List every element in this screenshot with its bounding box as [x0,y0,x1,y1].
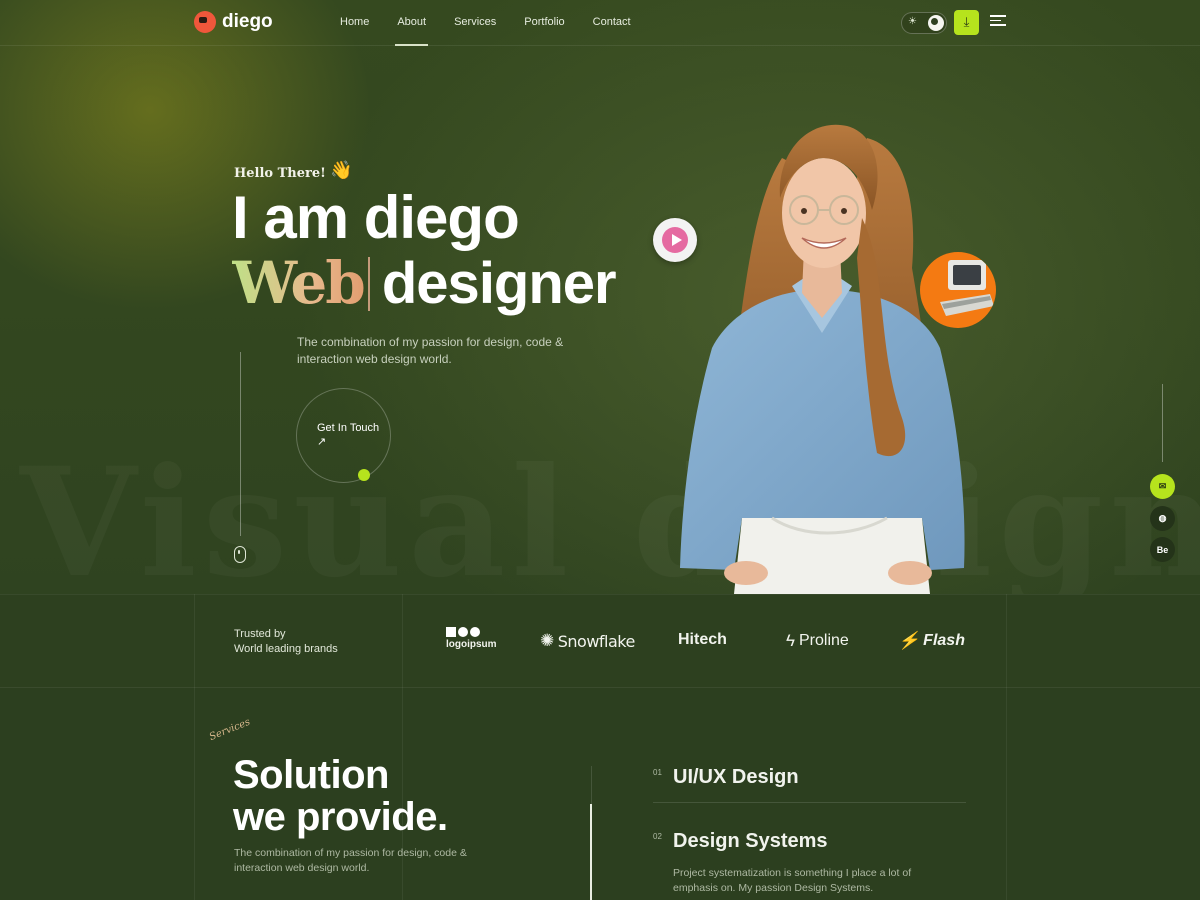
services-title: Solution we provide. [233,754,448,838]
menu-bar [990,24,1006,26]
grid-line [1006,594,1007,900]
scroll-line [240,352,241,536]
dribbble-link[interactable]: ◍ [1150,506,1175,531]
logo-text: diego [222,11,273,32]
retro-computer-badge [920,252,996,328]
background-word: Visual designer [20,448,1200,594]
behance-link[interactable]: Be [1150,537,1175,562]
cta-label: Get In Touch ↗ [317,422,380,448]
snowflake-icon: ✺ [540,631,554,651]
service-number: 01 [653,768,662,777]
moon-icon [928,15,944,31]
waving-hand-icon: 👋 [330,160,353,181]
brand-flash: ⚡ Flash [898,631,965,651]
services-title-line2: we provide. [233,795,448,839]
menu-bar [990,15,1006,17]
hero-title-rest: designer [381,251,617,316]
services-title-line1: Solution [233,753,389,797]
service-item-uiux[interactable]: 01 UI/UX Design [653,766,966,803]
menu-bar [990,19,1001,21]
hero-description: The combination of my passion for design… [297,335,564,366]
globe-icon: ◍ [1158,513,1167,523]
bolt-icon: ϟ [786,631,795,650]
service-name: Design Systems [673,830,828,852]
nav-link-about[interactable]: About [395,16,428,46]
grid-line [402,594,403,900]
services-tag: Services [207,716,252,743]
menu-button[interactable] [990,15,1006,29]
services-section: Services Solution we provide. The combin… [0,688,1200,900]
top-navigation: diego Home About Services Portfolio Cont… [0,0,1200,46]
nav-link-services[interactable]: Services [454,16,496,28]
brand-name: logoipsum [446,639,497,650]
logoipsum-icon [446,627,497,637]
play-video-button[interactable] [653,218,697,262]
theme-toggle[interactable]: ☀ [901,12,947,34]
logo[interactable]: diego [194,11,273,33]
service-number: 02 [653,832,662,841]
brand-name: Snowflake [557,631,636,651]
hero-section: Visual designer diego Home About Service… [0,0,1200,594]
social-line [1162,384,1163,462]
brand-name: Hitech [678,631,727,648]
brand-snowflake: ✺ Snowflake [540,631,635,651]
email-link[interactable]: ✉ [1150,474,1175,499]
trusted-line1: Trusted by [234,628,286,640]
typing-cursor [367,257,370,311]
service-name: UI/UX Design [673,766,799,788]
download-button[interactable]: ⤓ [954,10,979,35]
mouse-scroll-icon[interactable] [234,546,246,563]
grid-line [194,594,195,900]
brand-logoipsum: logoipsum [446,627,497,650]
brand-hitech: Hitech [678,631,727,649]
nav-links: Home About Services Portfolio Contact [340,16,659,46]
services-description: The combination of my passion for design… [234,847,467,874]
nav-link-contact[interactable]: Contact [593,16,631,28]
behance-icon: Be [1156,544,1169,555]
mail-icon: ✉ [1158,481,1167,491]
greeting: Hello There! [234,166,326,181]
computer-icon [940,260,994,316]
sun-icon: ☀ [908,16,917,27]
hero-title-line2: Web designer [232,251,617,316]
brands-section: Trusted by World leading brands logoipsu… [0,594,1200,688]
trusted-text: Trusted by World leading brands [234,627,338,657]
service-text: Project systematization is something I p… [673,867,912,894]
hero-title-accent: Web [232,249,366,317]
nav-link-home[interactable]: Home [340,16,369,28]
hero-title-line1: I am diego [232,184,520,251]
portrait-photo [680,124,965,594]
download-icon: ⤓ [963,15,970,30]
brand-name: Proline [799,632,849,649]
brand-name: Flash [923,632,965,649]
cta-dot [358,469,370,481]
brand-proline: ϟ Proline [786,631,849,651]
services-divider [590,766,592,900]
nav-link-portfolio[interactable]: Portfolio [524,16,564,28]
logo-mark-icon [194,11,216,33]
lightning-icon: ⚡ [898,631,920,650]
trusted-line2: World leading brands [234,643,338,655]
get-in-touch-button[interactable]: Get In Touch ↗ [296,388,391,483]
